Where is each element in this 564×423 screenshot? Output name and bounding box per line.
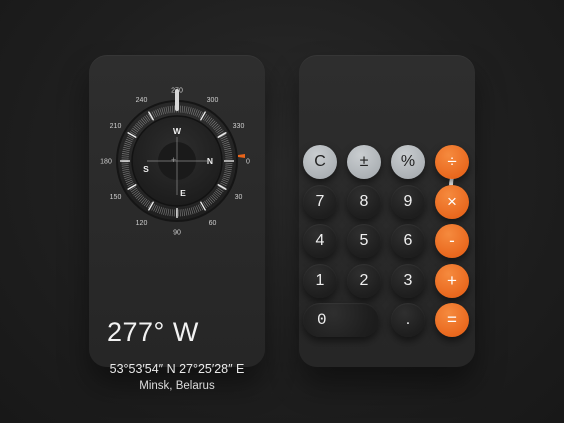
digit-9-button[interactable]: 9 bbox=[391, 185, 425, 219]
degree-label-30: 30 bbox=[235, 194, 243, 201]
digit-8-button[interactable]: 8 bbox=[347, 185, 381, 219]
sign-toggle-button[interactable]: ± bbox=[347, 145, 381, 179]
north-marker-icon bbox=[238, 154, 245, 158]
divide-button[interactable]: ÷ bbox=[435, 145, 469, 179]
multiply-button[interactable]: × bbox=[435, 185, 469, 219]
cardinal-w: W bbox=[173, 126, 182, 136]
degree-label-240: 240 bbox=[136, 97, 148, 104]
cardinal-n: N bbox=[207, 156, 213, 166]
degree-label-150: 150 bbox=[110, 194, 122, 201]
plus-button[interactable]: + bbox=[435, 264, 469, 298]
compass-coordinates: 53°53′54″ N 27°25′28″ E bbox=[109, 362, 245, 376]
degree-label-0: 0 bbox=[246, 159, 250, 166]
digit-7-button[interactable]: 7 bbox=[303, 185, 337, 219]
percent-button[interactable]: % bbox=[391, 145, 425, 179]
degree-label-180: 180 bbox=[100, 159, 112, 166]
clear-button[interactable]: C bbox=[303, 145, 337, 179]
degree-label-90: 90 bbox=[173, 230, 181, 237]
heading-indicator bbox=[175, 89, 179, 111]
equals-button[interactable]: = bbox=[435, 303, 469, 337]
degree-label-210: 210 bbox=[110, 123, 122, 130]
cardinal-e: E bbox=[180, 188, 186, 198]
minus-button[interactable]: - bbox=[435, 224, 469, 258]
digit-3-button[interactable]: 3 bbox=[391, 264, 425, 298]
digit-5-button[interactable]: 5 bbox=[347, 224, 381, 258]
compass-location: Minsk, Belarus bbox=[139, 380, 215, 392]
degree-label-300: 300 bbox=[207, 97, 219, 104]
crosshair-plus: + bbox=[171, 155, 176, 165]
digit-2-button[interactable]: 2 bbox=[347, 264, 381, 298]
degree-label-330: 330 bbox=[233, 123, 245, 130]
digit-6-button[interactable]: 6 bbox=[391, 224, 425, 258]
digit-4-button[interactable]: 4 bbox=[303, 224, 337, 258]
calculator-card: 7 C ± % ÷ 7 8 9 × 4 5 6 - 1 2 3 + 0 . = bbox=[299, 55, 475, 367]
decimal-button[interactable]: . bbox=[391, 303, 425, 337]
digit-0-button[interactable]: 0 bbox=[303, 303, 379, 337]
compass-card: 2703003300306090120150180210240 WNES + 2… bbox=[89, 55, 265, 392]
cardinal-s: S bbox=[143, 164, 149, 174]
digit-1-button[interactable]: 1 bbox=[303, 264, 337, 298]
compass-heading: 277° W bbox=[107, 317, 199, 347]
compass-dial[interactable]: 2703003300306090120150180210240 WNES + bbox=[89, 55, 265, 315]
degree-label-60: 60 bbox=[209, 220, 217, 227]
degree-label-120: 120 bbox=[136, 220, 148, 227]
